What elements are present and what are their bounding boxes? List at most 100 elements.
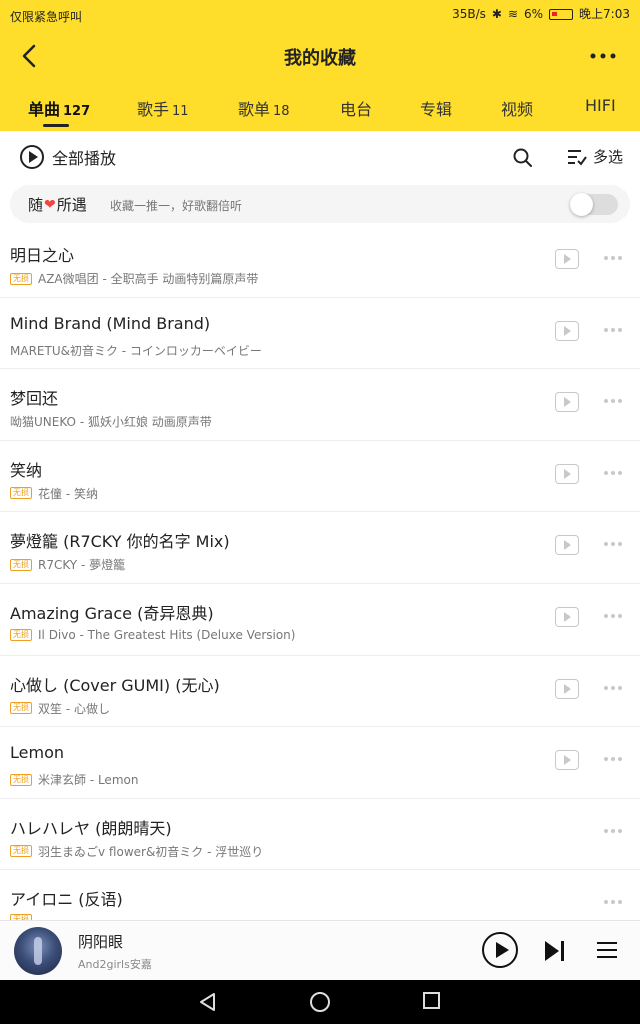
nav-bar: 我的收藏	[0, 30, 640, 82]
tab-playlists[interactable]: 歌单 18	[238, 96, 290, 120]
lossless-badge: 无损	[10, 773, 32, 786]
heart-icon: ❤	[44, 196, 56, 213]
player-artist: And2girls安嘉	[78, 958, 152, 971]
song-meta: 呦猫UNEKO - 狐妖小红娘 动画原声带	[10, 415, 212, 430]
more-icon[interactable]	[600, 678, 626, 698]
active-tab-indicator	[43, 124, 69, 127]
song-meta: 无损 Il Divo - The Greatest Hits (Deluxe Ve…	[10, 628, 295, 642]
mv-play-icon[interactable]	[555, 678, 579, 699]
song-row[interactable]: 明日之心 无损 AZA微唱团 - 全职高手 动画特别篇原声带	[0, 226, 640, 298]
tab-videos[interactable]: 视频	[501, 96, 533, 120]
toggle-knob	[570, 193, 593, 216]
song-row[interactable]: Lemon 无损 米津玄師 - Lemon	[0, 727, 640, 799]
system-back-icon[interactable]	[198, 992, 218, 1012]
battery-icon	[549, 8, 574, 20]
song-title: アイロニ (反语)	[10, 890, 123, 910]
lossless-badge: 无损	[10, 272, 32, 285]
mv-play-icon[interactable]	[555, 606, 579, 627]
more-icon[interactable]	[600, 534, 626, 554]
encounter-toggle[interactable]	[570, 193, 618, 216]
song-row[interactable]: Amazing Grace (奇异恩典) 无损 Il Divo - The Gre…	[0, 584, 640, 656]
song-title: ハレハレヤ (朗朗晴天)	[10, 818, 172, 838]
clock: 晚上7:03	[579, 7, 630, 21]
bluetooth-icon: ✱	[491, 7, 502, 21]
song-row[interactable]: 心做し (Cover GUMI) (无心) 无损 双笙 - 心做し	[0, 656, 640, 728]
song-meta: MARETU&初音ミク - コインロッカーベイビー	[10, 343, 262, 358]
mv-play-icon[interactable]	[555, 320, 579, 341]
song-title: Mind Brand (Mind Brand)	[10, 313, 211, 333]
song-title: Amazing Grace (奇异恩典)	[10, 603, 214, 623]
album-art[interactable]	[14, 927, 62, 975]
song-title: 梦回还	[10, 389, 59, 409]
random-encounter-bar: 随 ❤ 所遇 收藏一推一，好歌翻倍听	[10, 185, 630, 223]
song-title: Lemon	[10, 743, 64, 763]
battery-percent: 6%	[524, 7, 544, 21]
song-title: 心做し (Cover GUMI) (无心)	[10, 675, 220, 695]
song-title: 笑纳	[10, 460, 43, 480]
list-check-icon	[568, 149, 587, 166]
mv-play-icon[interactable]	[555, 463, 579, 484]
tab-artists[interactable]: 歌手 11	[137, 96, 189, 120]
tab-albums[interactable]: 专辑	[420, 96, 452, 120]
more-icon[interactable]	[600, 320, 626, 340]
play-circle-icon	[20, 145, 44, 169]
more-icon[interactable]	[600, 606, 626, 626]
player-song-title: 阴阳眼	[78, 933, 124, 951]
system-recent-icon[interactable]	[423, 992, 440, 1009]
song-title: 夢燈籠 (R7CKY 你的名字 Mix)	[10, 532, 230, 552]
system-home-icon[interactable]	[310, 992, 330, 1012]
multi-select-button[interactable]: 多选	[567, 146, 623, 167]
song-row[interactable]: ハレハレヤ (朗朗晴天) 无损 羽生まゐごv flower&初音ミク - 浮世巡り	[0, 799, 640, 871]
page-title: 我的收藏	[284, 48, 356, 69]
song-row[interactable]: Mind Brand (Mind Brand) MARETU&初音ミク - コイ…	[0, 298, 640, 370]
more-icon[interactable]	[600, 821, 626, 841]
network-speed: 35B/s	[452, 7, 486, 21]
song-meta: 无损 AZA微唱团 - 全职高手 动画特别篇原声带	[10, 270, 258, 287]
mv-play-icon[interactable]	[555, 750, 579, 771]
more-icon[interactable]	[600, 749, 626, 769]
play-button[interactable]	[482, 932, 518, 968]
more-icon[interactable]	[600, 391, 626, 411]
song-list: 明日之心 无损 AZA微唱团 - 全职高手 动画特别篇原声带 Mind Brand…	[0, 226, 640, 920]
tab-bar: 单曲 127 歌手 11 歌单 18 电台 专辑 视频 HIFI	[0, 92, 640, 128]
tab-songs[interactable]: 单曲 127	[28, 96, 90, 120]
tab-radio[interactable]: 电台	[340, 96, 372, 120]
song-meta: 无损 双笙 - 心做し	[10, 700, 110, 717]
lossless-badge: 无损	[10, 487, 32, 500]
lossless-badge: 无损	[10, 628, 32, 641]
song-row[interactable]: 梦回还 呦猫UNEKO - 狐妖小红娘 动画原声带	[0, 369, 640, 441]
mv-play-icon[interactable]	[555, 535, 579, 556]
encounter-subtitle: 收藏一推一，好歌翻倍听	[110, 199, 243, 213]
mv-play-icon[interactable]	[555, 249, 579, 269]
song-title: 明日之心	[10, 246, 75, 265]
song-row[interactable]: 笑纳 无损 花僮 - 笑纳	[0, 441, 640, 513]
carrier-text: 仅限紧急呼叫	[10, 10, 83, 24]
next-track-icon[interactable]	[545, 941, 567, 961]
tab-hifi[interactable]: HIFI	[585, 96, 616, 115]
song-meta: 无损 米津玄師 - Lemon	[10, 771, 138, 788]
lossless-badge: 无损	[10, 845, 32, 858]
header-area: 仅限紧急呼叫 35B/s ✱ ≋ 6% 晚上7:03 我的收藏 单曲 127 歌手…	[0, 0, 640, 131]
song-meta: 无损 花僮 - 笑纳	[10, 485, 98, 502]
mini-player[interactable]: 阴阳眼 And2girls安嘉	[0, 920, 640, 980]
search-icon[interactable]	[512, 147, 534, 169]
wifi-icon: ≋	[507, 7, 518, 21]
play-all-button[interactable]: 全部播放	[20, 145, 116, 169]
more-icon[interactable]	[600, 892, 626, 912]
mv-play-icon[interactable]	[555, 392, 579, 413]
status-bar: 仅限紧急呼叫 35B/s ✱ ≋ 6% 晚上7:03	[0, 0, 640, 30]
play-all-label: 全部播放	[52, 149, 117, 168]
song-meta: 无损 R7CKY - 夢燈籠	[10, 556, 125, 573]
song-row[interactable]: アイロニ (反语) 无损	[0, 870, 640, 920]
system-nav-bar	[0, 980, 640, 1024]
song-meta: 无损 羽生まゐごv flower&初音ミク - 浮世巡り	[10, 843, 263, 860]
more-icon[interactable]	[600, 463, 626, 483]
lossless-badge: 无损	[10, 702, 32, 715]
lossless-badge: 无损	[10, 558, 32, 571]
more-icon[interactable]	[600, 248, 626, 268]
playlist-icon[interactable]	[597, 941, 617, 959]
song-row[interactable]: 夢燈籠 (R7CKY 你的名字 Mix) 无损 R7CKY - 夢燈籠	[0, 512, 640, 584]
multi-select-label: 多选	[593, 148, 624, 166]
encounter-title: 随 ❤ 所遇	[28, 196, 87, 214]
more-horizontal-icon[interactable]	[586, 40, 620, 72]
